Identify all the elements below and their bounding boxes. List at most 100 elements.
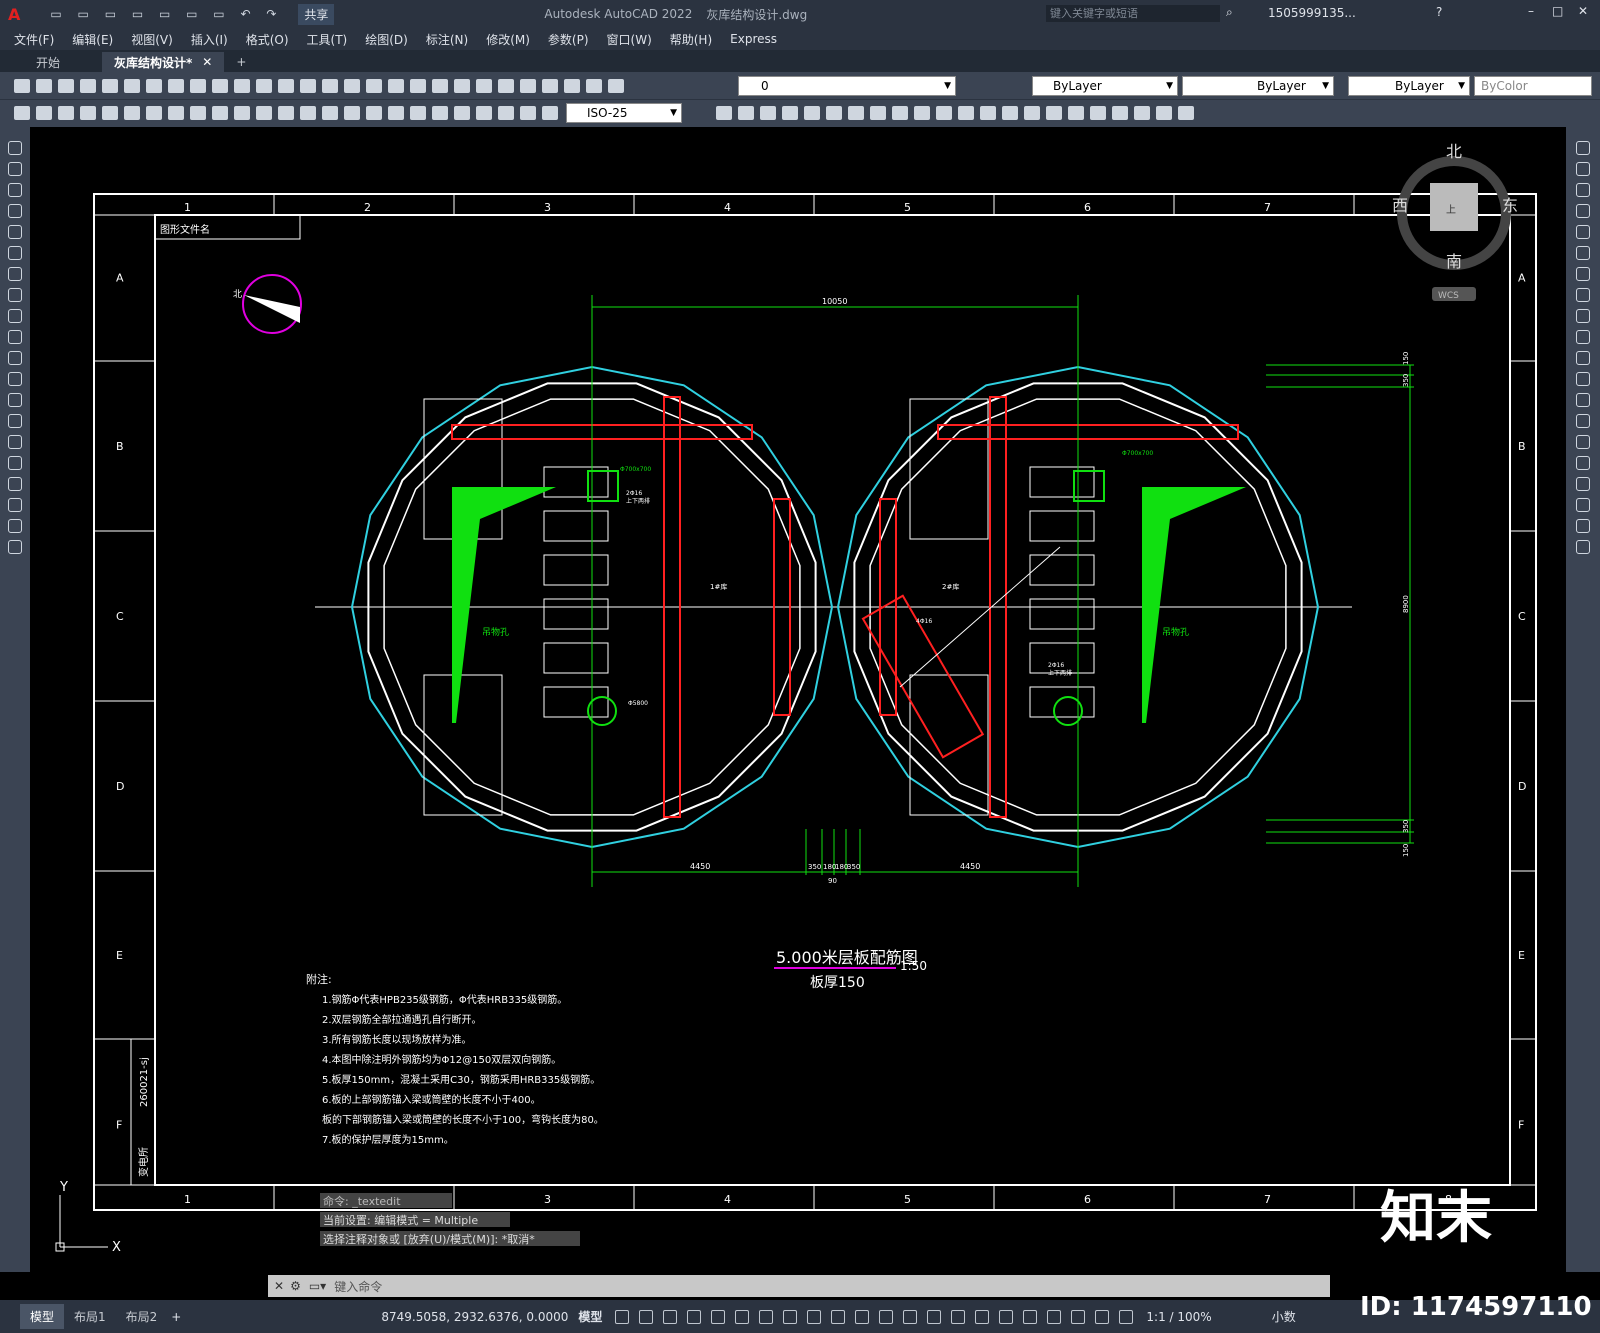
toolbar-tool-icon[interactable] [190, 106, 206, 120]
status-toggle-icon[interactable] [975, 1309, 990, 1324]
toolbar-tool-icon[interactable] [36, 79, 52, 93]
palette-tool-icon[interactable] [8, 246, 22, 260]
toolbar-tool-icon[interactable] [300, 106, 316, 120]
status-toggle-icon[interactable] [879, 1309, 894, 1324]
palette-tool-icon[interactable] [8, 414, 22, 428]
status-toggles[interactable] [610, 1309, 1138, 1324]
palette-tool-icon[interactable] [1576, 183, 1590, 197]
toolbar-tool-icon[interactable] [146, 106, 162, 120]
annotation-scale[interactable]: 1:1 / 100% [1146, 1310, 1211, 1324]
status-toggle-icon[interactable] [927, 1309, 942, 1324]
status-toggle-icon[interactable] [711, 1309, 726, 1324]
toolbar-tool-icon[interactable] [344, 79, 360, 93]
palette-tool-icon[interactable] [8, 267, 22, 281]
menu-format[interactable]: 格式(O) [246, 31, 289, 48]
status-toggle-icon[interactable] [999, 1309, 1014, 1324]
toolbar-tool-icon[interactable] [234, 106, 250, 120]
status-toggle-icon[interactable] [759, 1309, 774, 1324]
palette-tool-icon[interactable] [1576, 393, 1590, 407]
toolbar-tool-icon[interactable] [190, 79, 206, 93]
status-toggle-icon[interactable] [831, 1309, 846, 1324]
toolbar-tool-icon[interactable] [542, 79, 558, 93]
palette-tool-icon[interactable] [1576, 141, 1590, 155]
status-toggle-icon[interactable] [855, 1309, 870, 1324]
toolbar-tool-icon[interactable] [278, 79, 294, 93]
close-button[interactable]: ✕ [1578, 4, 1588, 18]
add-layout-button[interactable]: + [171, 1310, 181, 1324]
palette-tool-icon[interactable] [8, 519, 22, 533]
palette-tool-icon[interactable] [1576, 477, 1590, 491]
palette-tool-icon[interactable] [1576, 162, 1590, 176]
palette-tool-icon[interactable] [8, 477, 22, 491]
toolbar-tool-icon[interactable] [870, 106, 886, 120]
toolbar-tool-icon[interactable] [80, 106, 96, 120]
palette-tool-icon[interactable] [8, 183, 22, 197]
palette-tool-icon[interactable] [1576, 351, 1590, 365]
toolbar-tool-icon[interactable] [1112, 106, 1128, 120]
close-cmd-icon[interactable]: ✕ [274, 1279, 284, 1293]
toolbar-tool-icon[interactable] [388, 106, 404, 120]
toolbar-tool-icon[interactable] [1090, 106, 1106, 120]
status-toggle-icon[interactable] [1023, 1309, 1038, 1324]
palette-tool-icon[interactable] [1576, 204, 1590, 218]
toolbar-tool-icon[interactable] [344, 106, 360, 120]
menu-modify[interactable]: 修改(M) [486, 31, 530, 48]
toolbar-tool-icon[interactable] [782, 106, 798, 120]
toolbar-tool-icon[interactable] [278, 106, 294, 120]
help-icon[interactable]: ? [1436, 5, 1442, 19]
menu-view[interactable]: 视图(V) [131, 31, 173, 48]
toolbar-tool-icon[interactable] [1068, 106, 1084, 120]
tab-document[interactable]: 灰库结构设计* ✕ [102, 52, 225, 72]
toolbar-tool-icon[interactable] [388, 79, 404, 93]
menu-edit[interactable]: 编辑(E) [72, 31, 113, 48]
linetype-dropdown[interactable]: ByLayer ▼ [1182, 76, 1334, 96]
toolbar-tool-icon[interactable] [1178, 106, 1194, 120]
toolbar-tool-icon[interactable] [432, 106, 448, 120]
toolbar-tool-icon[interactable] [58, 106, 74, 120]
palette-tool-icon[interactable] [8, 288, 22, 302]
toolbar-tool-icon[interactable] [168, 106, 184, 120]
tab-layout2[interactable]: 布局2 [116, 1304, 168, 1329]
toolbar-tool-icon[interactable] [124, 79, 140, 93]
palette-tool-icon[interactable] [8, 435, 22, 449]
toolbar-tool-icon[interactable] [256, 106, 272, 120]
search-icon[interactable]: ⌕ [1226, 5, 1233, 20]
toolbar-tool-icon[interactable] [848, 106, 864, 120]
status-toggle-icon[interactable] [687, 1309, 702, 1324]
toolbar-tool-icon[interactable] [454, 106, 470, 120]
palette-tool-icon[interactable] [8, 393, 22, 407]
menu-express[interactable]: Express [730, 32, 777, 46]
customize-cmd-icon[interactable]: ⚙ [290, 1279, 301, 1293]
autocad-logo-icon[interactable]: A [8, 5, 20, 24]
toolbar-tool-icon[interactable] [586, 79, 602, 93]
new-tab-button[interactable]: + [224, 52, 258, 72]
quick-access-toolbar[interactable]: ▭ ▭ ▭ ▭ ▭ ▭ ▭ ↶ ↷ [50, 7, 282, 21]
toolbar-tool-icon[interactable] [608, 79, 624, 93]
menu-dimension[interactable]: 标注(N) [426, 31, 468, 48]
share-button[interactable]: 共享 [298, 3, 335, 25]
close-tab-icon[interactable]: ✕ [202, 55, 212, 69]
palette-tool-icon[interactable] [1576, 309, 1590, 323]
toolbar-tool-icon[interactable] [1002, 106, 1018, 120]
lineweight-dropdown[interactable]: ByLayer ▼ [1348, 76, 1470, 96]
palette-tool-icon[interactable] [1576, 330, 1590, 344]
minimize-button[interactable]: – [1528, 4, 1534, 18]
maximize-button[interactable]: □ [1552, 4, 1563, 18]
toolbar-tool-icon[interactable] [520, 106, 536, 120]
toolbar-tool-icon[interactable] [366, 106, 382, 120]
menu-help[interactable]: 帮助(H) [670, 31, 712, 48]
status-toggle-icon[interactable] [615, 1309, 630, 1324]
palette-tool-icon[interactable] [8, 309, 22, 323]
tab-model[interactable]: 模型 [20, 1304, 65, 1329]
status-toggle-icon[interactable] [783, 1309, 798, 1324]
tab-start[interactable]: 开始 [24, 52, 72, 72]
status-toggle-icon[interactable] [903, 1309, 918, 1324]
modify-tool-palette[interactable] [1566, 127, 1600, 1272]
toolbar-tool-icon[interactable] [322, 79, 338, 93]
palette-tool-icon[interactable] [8, 225, 22, 239]
menu-file[interactable]: 文件(F) [14, 31, 54, 48]
toolbar-tool-icon[interactable] [716, 106, 732, 120]
toolbar-tool-icon[interactable] [804, 106, 820, 120]
palette-tool-icon[interactable] [1576, 519, 1590, 533]
toolbar-tool-icon[interactable] [1024, 106, 1040, 120]
